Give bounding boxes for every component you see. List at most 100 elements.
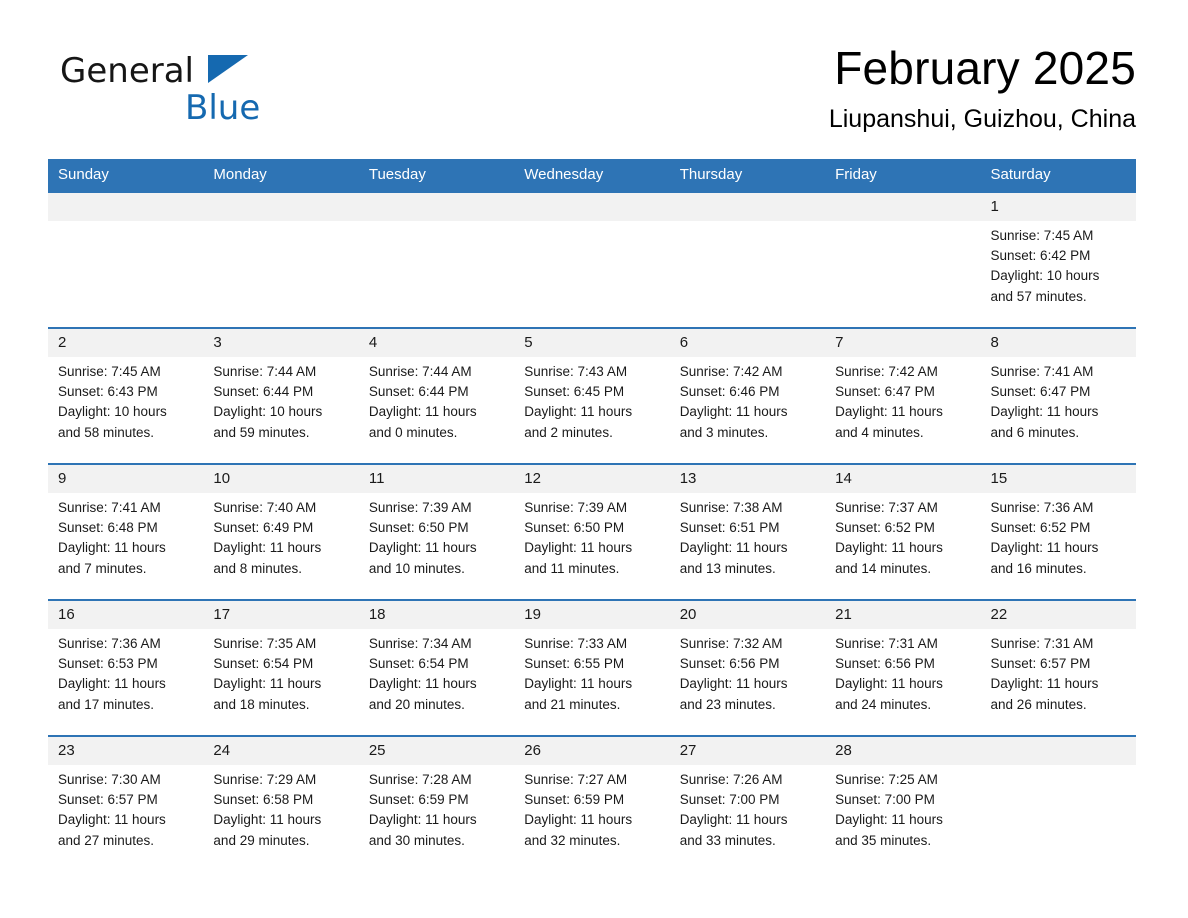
calendar-day-cell[interactable]: 12 Sunrise: 7:39 AM Sunset: 6:50 PM Dayligh… <box>514 463 670 600</box>
weekday-header-wednesday: Wednesday <box>514 159 670 192</box>
calendar-day-cell[interactable]: 11 Sunrise: 7:39 AM Sunset: 6:50 PM Dayligh… <box>358 463 515 600</box>
day-detail-line: and 26 minutes. <box>990 696 1087 712</box>
page-header: General Blue February 2025 Liupanshui, G… <box>48 40 1136 150</box>
calendar-day-cell[interactable]: 25 Sunrise: 7:28 AM Sunset: 6:59 PM Dayligh… <box>358 735 515 871</box>
day-detail-line: Sunrise: 7:41 AM <box>990 364 1094 379</box>
general-blue-logo[interactable]: General Blue <box>60 54 360 134</box>
calendar-body: 1 Sunrise: 7:45 AM Sunset: 6:42 PM Daylight… <box>48 191 1136 871</box>
day-detail-line: Daylight: 11 hours <box>679 812 788 828</box>
day-details: Sunrise: 7:39 AM Sunset: 6:50 PM Daylight:… <box>514 493 669 579</box>
weekday-header-thursday: Thursday <box>669 159 826 192</box>
day-detail-line: Daylight: 11 hours <box>213 676 322 692</box>
day-detail-line: Daylight: 11 hours <box>679 540 788 556</box>
calendar-day-cell[interactable]: 5 Sunrise: 7:43 AM Sunset: 6:45 PM Daylight… <box>514 327 670 464</box>
calendar-header-row: Sunday Monday Tuesday Wednesday Thursday Frid… <box>48 159 1136 192</box>
day-details <box>825 221 980 226</box>
calendar-day-cell[interactable]: 4 Sunrise: 7:44 AM Sunset: 6:44 PM Daylight… <box>358 327 515 464</box>
calendar-day-cell[interactable]: 22 Sunrise: 7:31 AM Sunset: 6:57 PM Dayligh… <box>980 599 1136 736</box>
day-detail-line: Sunset: 6:49 PM <box>213 520 314 536</box>
day-detail-line: and 57 minutes. <box>990 288 1087 304</box>
day-detail-line: Sunrise: 7:38 AM <box>679 500 783 515</box>
day-detail-line: and 3 minutes. <box>679 424 769 440</box>
day-detail-line: Sunrise: 7:42 AM <box>835 364 938 379</box>
day-detail-line: Daylight: 11 hours <box>368 404 477 420</box>
day-detail-line: Sunrise: 7:33 AM <box>524 636 628 651</box>
day-detail-line: and 29 minutes. <box>213 832 310 848</box>
calendar-day-cell[interactable]: 27 Sunrise: 7:26 AM Sunset: 7:00 PM Dayligh… <box>669 735 826 871</box>
calendar-day-cell[interactable]: 1 Sunrise: 7:45 AM Sunset: 6:42 PM Daylight… <box>980 191 1136 328</box>
day-number <box>825 193 981 221</box>
calendar-day-cell[interactable]: 15 Sunrise: 7:36 AM Sunset: 6:52 PM Dayligh… <box>980 463 1136 600</box>
day-details: Sunrise: 7:36 AM Sunset: 6:53 PM Daylight:… <box>48 629 203 715</box>
day-detail-line: and 13 minutes. <box>679 560 776 576</box>
calendar-day-cell[interactable]: 28 Sunrise: 7:25 AM Sunset: 7:00 PM Dayligh… <box>825 735 981 871</box>
day-number: 20 <box>669 601 826 629</box>
day-detail-line: Sunset: 6:45 PM <box>524 384 625 400</box>
day-number: 8 <box>980 329 1136 357</box>
day-detail-line: and 23 minutes. <box>679 696 776 712</box>
day-detail-line: Sunset: 6:42 PM <box>990 248 1091 264</box>
calendar-day-cell[interactable]: 2 Sunrise: 7:45 AM Sunset: 6:43 PM Daylight… <box>48 327 204 464</box>
day-number: 7 <box>825 329 981 357</box>
calendar-day-cell[interactable]: 24 Sunrise: 7:29 AM Sunset: 6:58 PM Dayligh… <box>203 735 359 871</box>
day-details: Sunrise: 7:30 AM Sunset: 6:57 PM Daylight:… <box>48 765 203 851</box>
day-detail-line: Daylight: 11 hours <box>835 812 943 828</box>
day-details: Sunrise: 7:45 AM Sunset: 6:43 PM Daylight:… <box>48 357 203 443</box>
calendar-day-cell-empty <box>203 191 359 328</box>
calendar-day-cell[interactable]: 20 Sunrise: 7:32 AM Sunset: 6:56 PM Dayligh… <box>669 599 826 736</box>
calendar-day-cell[interactable]: 10 Sunrise: 7:40 AM Sunset: 6:49 PM Dayligh… <box>203 463 359 600</box>
calendar-day-cell[interactable]: 14 Sunrise: 7:37 AM Sunset: 6:52 PM Dayligh… <box>825 463 981 600</box>
day-detail-line: Sunset: 6:48 PM <box>58 520 158 536</box>
day-detail-line: Daylight: 11 hours <box>524 540 633 556</box>
day-details <box>981 765 1136 770</box>
day-detail-line: and 58 minutes. <box>58 424 155 440</box>
day-detail-line: Sunset: 6:58 PM <box>213 792 314 808</box>
day-details: Sunrise: 7:39 AM Sunset: 6:50 PM Daylight:… <box>359 493 514 579</box>
weekday-header-sunday: Sunday <box>48 159 204 192</box>
day-detail-line: Daylight: 11 hours <box>368 676 477 692</box>
day-detail-line: and 32 minutes. <box>524 832 621 848</box>
day-detail-line: Sunrise: 7:25 AM <box>835 772 938 787</box>
calendar-day-cell[interactable]: 9 Sunrise: 7:41 AM Sunset: 6:48 PM Daylight… <box>48 463 204 600</box>
calendar-day-cell[interactable]: 23 Sunrise: 7:30 AM Sunset: 6:57 PM Dayligh… <box>48 735 204 871</box>
title-block: February 2025 Liupanshui, Guizhou, China <box>829 40 1136 134</box>
day-details: Sunrise: 7:44 AM Sunset: 6:44 PM Daylight:… <box>203 357 358 443</box>
calendar-day-cell[interactable]: 8 Sunrise: 7:41 AM Sunset: 6:47 PM Daylight… <box>980 327 1136 464</box>
day-detail-line: and 11 minutes. <box>524 560 620 576</box>
calendar-day-cell[interactable]: 17 Sunrise: 7:35 AM Sunset: 6:54 PM Dayligh… <box>203 599 359 736</box>
calendar-day-cell[interactable]: 16 Sunrise: 7:36 AM Sunset: 6:53 PM Dayligh… <box>48 599 204 736</box>
day-number: 27 <box>669 737 826 765</box>
day-detail-line: and 30 minutes. <box>368 832 465 848</box>
day-detail-line: Daylight: 11 hours <box>213 812 322 828</box>
day-number: 5 <box>514 329 670 357</box>
day-detail-line: and 8 minutes. <box>213 560 302 576</box>
calendar-day-cell[interactable]: 6 Sunrise: 7:42 AM Sunset: 6:46 PM Daylight… <box>669 327 826 464</box>
day-detail-line: Sunset: 6:52 PM <box>835 520 935 536</box>
day-details: Sunrise: 7:40 AM Sunset: 6:49 PM Daylight:… <box>203 493 358 579</box>
calendar-day-cell[interactable]: 26 Sunrise: 7:27 AM Sunset: 6:59 PM Dayligh… <box>514 735 670 871</box>
day-detail-line: Sunset: 6:46 PM <box>679 384 780 400</box>
day-details: Sunrise: 7:43 AM Sunset: 6:45 PM Daylight:… <box>514 357 669 443</box>
day-detail-line: Sunset: 6:55 PM <box>524 656 625 672</box>
calendar-day-cell[interactable]: 18 Sunrise: 7:34 AM Sunset: 6:54 PM Dayligh… <box>358 599 515 736</box>
day-details: Sunrise: 7:45 AM Sunset: 6:42 PM Daylight:… <box>981 221 1136 307</box>
day-number: 22 <box>980 601 1136 629</box>
day-detail-line: and 6 minutes. <box>990 424 1080 440</box>
calendar-day-cell[interactable]: 7 Sunrise: 7:42 AM Sunset: 6:47 PM Daylight… <box>825 327 981 464</box>
day-detail-line: Sunrise: 7:31 AM <box>990 636 1094 651</box>
calendar-day-cell[interactable]: 19 Sunrise: 7:33 AM Sunset: 6:55 PM Dayligh… <box>514 599 670 736</box>
day-detail-line: Sunrise: 7:39 AM <box>524 500 628 515</box>
calendar-day-cell[interactable]: 21 Sunrise: 7:31 AM Sunset: 6:56 PM Dayligh… <box>825 599 981 736</box>
day-detail-line: Daylight: 11 hours <box>524 812 633 828</box>
calendar-day-cell[interactable]: 3 Sunrise: 7:44 AM Sunset: 6:44 PM Daylight… <box>203 327 359 464</box>
day-detail-line: and 20 minutes. <box>368 696 465 712</box>
day-detail-line: Sunrise: 7:29 AM <box>213 772 317 787</box>
day-details: Sunrise: 7:36 AM Sunset: 6:52 PM Daylight:… <box>981 493 1136 579</box>
day-detail-line: Sunrise: 7:40 AM <box>213 500 317 515</box>
day-detail-line: Sunrise: 7:44 AM <box>368 364 472 379</box>
day-detail-line: Sunrise: 7:43 AM <box>524 364 628 379</box>
day-detail-line: and 21 minutes. <box>524 696 621 712</box>
page-title: February 2025 <box>834 42 1136 94</box>
calendar-day-cell[interactable]: 13 Sunrise: 7:38 AM Sunset: 6:51 PM Dayligh… <box>669 463 826 600</box>
day-detail-line: and 0 minutes. <box>368 424 458 440</box>
